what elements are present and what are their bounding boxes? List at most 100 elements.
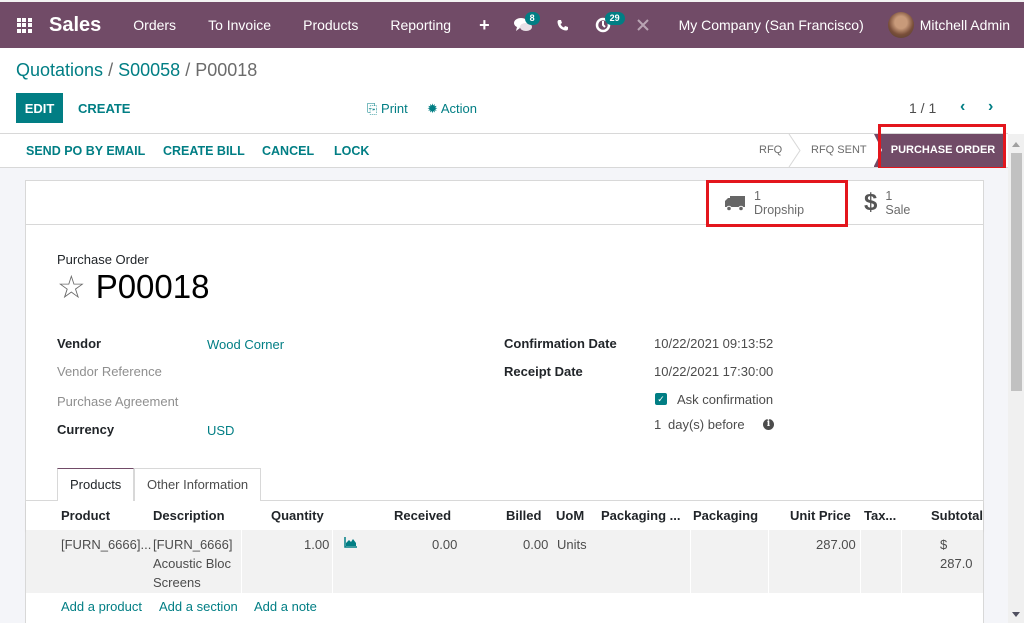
messages-button[interactable]: 8 (503, 2, 543, 48)
column-taxes[interactable]: Tax... (864, 508, 896, 523)
messages-badge: 8 (524, 12, 540, 25)
column-product[interactable]: Product (61, 508, 110, 523)
column-packaging-qty[interactable]: Packaging ... (601, 508, 680, 523)
record-type-label: Purchase Order (57, 252, 149, 267)
column-billed[interactable]: Billed (506, 508, 541, 523)
activities-badge: 29 (604, 12, 625, 25)
add-note-link[interactable]: Add a note (254, 599, 317, 614)
table-row[interactable]: [FURN_6666]... [FURN_6666] Acoustic Bloc… (26, 530, 983, 593)
confirmation-date-label: Confirmation Date (504, 336, 617, 351)
status-bar: SEND PO BY EMAIL CREATE BILL CANCEL LOCK… (0, 133, 1008, 168)
cell-billed: 0.00 (523, 537, 549, 552)
currency-label: Currency (57, 422, 115, 437)
vendor-reference-label: Vendor Reference (57, 364, 162, 379)
cell-subtotal: $ 287.0 (940, 537, 973, 571)
vendor-label: Vendor (57, 336, 102, 351)
column-packaging[interactable]: Packaging (693, 508, 758, 523)
column-divider (901, 530, 902, 593)
app-menu-button[interactable] (0, 2, 48, 48)
add-section-link[interactable]: Add a section (159, 599, 238, 614)
breadcrumb-quotations[interactable]: Quotations (16, 60, 103, 80)
vertical-scrollbar[interactable] (1008, 134, 1024, 623)
star-icon[interactable]: ☆ (57, 269, 86, 305)
description-line: Acoustic Bloc (153, 556, 232, 571)
activities-button[interactable]: 29 (583, 2, 625, 48)
send-po-by-email-button[interactable]: SEND PO BY EMAIL (26, 144, 145, 158)
info-icon[interactable]: i (763, 419, 774, 430)
user-name: Mitchell Admin (919, 17, 1010, 33)
menu-orders[interactable]: Orders (117, 2, 192, 48)
order-lines-header: Product Description Quantity Received Bi… (26, 501, 983, 530)
create-button[interactable]: CREATE (78, 101, 130, 116)
action-button[interactable]: ✹ Action (427, 101, 477, 117)
pager-previous-button[interactable]: ‹ (960, 98, 965, 116)
column-divider (768, 530, 769, 593)
pager-next-button[interactable]: › (988, 98, 993, 116)
sale-count: 1 (885, 189, 893, 203)
column-divider (690, 530, 691, 593)
cell-description: [FURN_6666] Acoustic Bloc Screens (153, 535, 232, 592)
stage-rfq-sent[interactable]: RFQ SENT (811, 134, 867, 167)
edit-button[interactable]: EDIT (16, 93, 63, 123)
ask-confirmation-label: Ask confirmation (677, 392, 774, 407)
cell-unit-price: 287.00 (816, 537, 856, 552)
dollar-icon: $ (864, 189, 878, 216)
add-product-link[interactable]: Add a product (61, 599, 142, 614)
breadcrumb: Quotations / S00058 / P00018 (16, 60, 257, 81)
scroll-down-arrow-icon[interactable] (1012, 612, 1020, 617)
scroll-up-arrow-icon[interactable] (1012, 142, 1020, 147)
stage-rfq[interactable]: RFQ (759, 134, 782, 167)
phone-button[interactable] (543, 2, 583, 48)
currency-value[interactable]: USD (207, 423, 234, 438)
notebook-tabs: Products Other Information (26, 468, 983, 502)
cancel-button[interactable]: CANCEL (262, 144, 314, 158)
ask-confirmation-checkbox[interactable]: ✓ (655, 393, 667, 405)
phone-icon (557, 20, 568, 31)
menu-reporting[interactable]: Reporting (374, 2, 467, 48)
forecast-chart-icon[interactable] (344, 537, 358, 548)
company-switcher[interactable]: My Company (San Francisco) (663, 17, 880, 33)
debug-button[interactable] (623, 2, 663, 48)
days-before-value: 1 (654, 417, 662, 432)
app-name[interactable]: Sales (49, 14, 101, 37)
print-label: Print (381, 101, 408, 116)
description-line: [FURN_6666] (153, 537, 233, 552)
breadcrumb-sale-order[interactable]: S00058 (118, 60, 180, 80)
sale-label: Sale (885, 203, 911, 217)
record-name: P00018 (95, 268, 210, 305)
sale-smart-button[interactable]: $ 1 Sale (864, 181, 910, 225)
column-uom[interactable]: UoM (556, 508, 584, 523)
tab-products[interactable]: Products (57, 468, 135, 502)
tab-other-information[interactable]: Other Information (134, 468, 262, 501)
column-description[interactable]: Description (153, 508, 225, 523)
pager-value[interactable]: 1 / 1 (909, 100, 936, 116)
avatar (887, 12, 914, 38)
create-bill-button[interactable]: CREATE BILL (163, 144, 245, 158)
purchase-agreement-label: Purchase Agreement (57, 394, 179, 409)
receipt-date-label: Receipt Date (504, 364, 583, 379)
menu-products[interactable]: Products (287, 2, 374, 48)
lock-button[interactable]: LOCK (334, 144, 369, 158)
user-menu[interactable]: Mitchell Admin (880, 12, 1024, 38)
record-title: ☆ P00018 (57, 268, 210, 306)
vendor-value[interactable]: Wood Corner (207, 337, 284, 352)
column-subtotal[interactable]: Subtotal (931, 508, 983, 523)
column-received[interactable]: Received (394, 508, 451, 523)
gear-icon: ✹ (427, 101, 438, 116)
print-button[interactable]: ⎘ Print (367, 101, 408, 117)
cell-quantity: 1.00 (304, 537, 330, 552)
apps-grid-icon (16, 17, 32, 33)
stage-arrow-icon (788, 134, 801, 167)
top-navbar: Sales Orders To Invoice Products Reporti… (0, 0, 1024, 48)
plus-icon[interactable]: + (467, 15, 502, 36)
tools-icon (636, 19, 649, 31)
description-line: Screens (153, 575, 201, 590)
column-unit-price[interactable]: Unit Price (790, 508, 851, 523)
scrollbar-thumb[interactable] (1011, 153, 1022, 391)
action-label: Action (440, 101, 477, 116)
column-quantity[interactable]: Quantity (271, 508, 324, 523)
column-divider (332, 530, 333, 593)
breadcrumb-separator: / (108, 60, 114, 80)
column-divider (860, 530, 861, 593)
menu-to-invoice[interactable]: To Invoice (192, 2, 287, 48)
